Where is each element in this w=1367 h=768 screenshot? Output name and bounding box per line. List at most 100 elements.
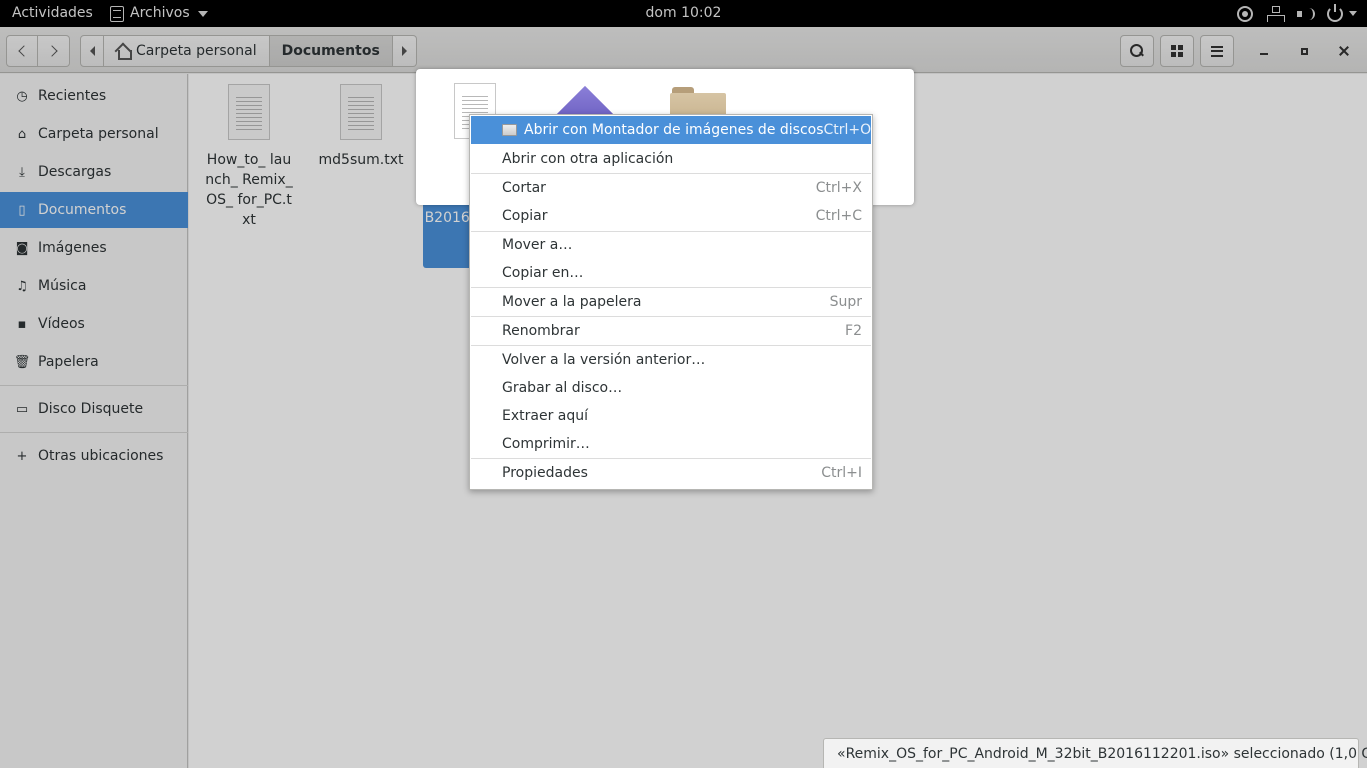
sidebar-item-musica[interactable]: ♫ Música	[0, 268, 188, 304]
menu-item-cut[interactable]: Cortar Ctrl+X	[471, 174, 871, 202]
menu-item-label: Mover a…	[502, 237, 573, 253]
menu-item-shortcut: Ctrl+O	[823, 122, 872, 138]
hamburger-menu-icon	[1211, 45, 1223, 57]
sidebar-item-label: Otras ubicaciones	[38, 448, 164, 464]
home-icon	[116, 44, 132, 60]
text-file-icon	[340, 84, 382, 140]
maximize-icon	[1300, 47, 1308, 55]
minimize-icon	[1260, 53, 1268, 55]
sidebar-item-otras-ubicaciones[interactable]: + Otras ubicaciones	[0, 438, 188, 474]
sidebar-item-label: Vídeos	[38, 316, 85, 332]
sidebar-item-label: Documentos	[38, 202, 127, 218]
header-bar: Carpeta personal Documentos	[0, 27, 1367, 73]
menu-item-label: Propiedades	[502, 465, 588, 481]
menu-item-compress[interactable]: Comprimir…	[471, 430, 871, 458]
menu-item-burn-to-disc[interactable]: Grabar al disco…	[471, 374, 871, 402]
maximize-button[interactable]	[1292, 39, 1316, 63]
menu-item-label: Cortar	[502, 180, 546, 196]
menu-item-copy-to[interactable]: Copiar en…	[471, 259, 871, 287]
sidebar-separator	[0, 432, 188, 433]
search-icon	[1130, 44, 1144, 58]
menu-item-label: Volver a la versión anterior…	[502, 352, 706, 368]
breadcrumb-home-label: Carpeta personal	[136, 43, 257, 59]
menu-item-extract-here[interactable]: Extraer aquí	[471, 402, 871, 430]
selection-status: «Remix_OS_for_PC_Android_M_32bit_B201611…	[823, 738, 1367, 768]
menu-item-copy[interactable]: Copiar Ctrl+C	[471, 202, 871, 230]
arrow-left-icon	[89, 46, 95, 56]
menu-item-label: Abrir con otra aplicación	[502, 151, 674, 167]
network-icon	[1267, 5, 1285, 22]
menu-item-shortcut: Ctrl+X	[815, 180, 862, 196]
menu-item-properties[interactable]: Propiedades Ctrl+I	[471, 459, 871, 487]
sidebar-item-imagenes[interactable]: ◙ Imágenes	[0, 230, 188, 266]
menu-item-open-with-disk-mounter[interactable]: Abrir con Montador de imágenes de discos…	[471, 116, 871, 144]
sidebar-item-videos[interactable]: ▪ Vídeos	[0, 306, 188, 342]
back-button[interactable]	[6, 35, 38, 67]
clock-icon: ◷	[16, 88, 28, 104]
menu-item-label: Copiar en…	[502, 265, 584, 281]
menu-item-shortcut: Ctrl+I	[821, 465, 862, 481]
sidebar-item-papelera[interactable]: 🗑 Papelera	[0, 344, 188, 380]
menu-item-shortcut: Ctrl+C	[815, 208, 862, 224]
menu-item-label: Renombrar	[502, 323, 580, 339]
sidebar-item-label: Descargas	[38, 164, 112, 180]
music-icon: ♫	[16, 278, 28, 294]
camera-icon: ◙	[15, 240, 29, 256]
clock[interactable]: dom 10:02	[0, 0, 1367, 27]
close-button[interactable]	[1332, 39, 1356, 63]
minimize-button[interactable]	[1252, 39, 1276, 63]
system-menu[interactable]	[1237, 0, 1357, 27]
sidebar-item-label: Carpeta personal	[38, 126, 159, 142]
context-menu: Abrir con Montador de imágenes de discos…	[469, 114, 873, 490]
video-icon: ▪	[17, 316, 27, 332]
sidebar-item-label: Papelera	[38, 354, 99, 370]
path-scroll-right-button[interactable]	[392, 35, 417, 67]
file-item[interactable]: md5sum.txt	[311, 84, 411, 170]
chevron-left-icon	[17, 45, 30, 57]
file-name: How_to_ launch_ Remix_OS_ for_PC.txt	[205, 152, 293, 228]
menu-item-open-with-other-app[interactable]: Abrir con otra aplicación	[471, 145, 871, 173]
sidebar-item-label: Disco Disquete	[38, 401, 144, 417]
forward-button[interactable]	[38, 35, 70, 67]
chevron-right-icon	[46, 45, 58, 57]
menu-item-revert-version[interactable]: Volver a la versión anterior…	[471, 346, 871, 374]
sidebar: ◷ Recientes ⌂ Carpeta personal ⤓ Descarg…	[0, 74, 188, 768]
breadcrumb-documents[interactable]: Documentos	[269, 35, 393, 67]
sidebar-item-carpeta-personal[interactable]: ⌂ Carpeta personal	[0, 116, 188, 152]
drive-icon: ▭	[15, 401, 29, 417]
file-name: md5sum.txt	[318, 152, 404, 168]
folder-icon: ▯	[18, 202, 26, 218]
breadcrumb: Carpeta personal Documentos	[80, 35, 417, 67]
menu-item-label: Comprimir…	[502, 436, 590, 452]
view-grid-button[interactable]	[1160, 35, 1194, 67]
menu-item-label: Extraer aquí	[502, 408, 589, 424]
menu-item-label: Mover a la papelera	[502, 294, 642, 310]
navigation-buttons	[6, 35, 70, 67]
search-button[interactable]	[1120, 35, 1154, 67]
accessibility-icon[interactable]	[1237, 5, 1253, 22]
home-icon: ⌂	[17, 126, 27, 142]
sidebar-item-recientes[interactable]: ◷ Recientes	[0, 78, 188, 114]
grid-icon	[1171, 45, 1183, 57]
chevron-down-icon	[1349, 11, 1357, 16]
path-scroll-left-button[interactable]	[80, 35, 104, 67]
sidebar-item-label: Música	[38, 278, 87, 294]
trash-icon: 🗑	[13, 354, 31, 370]
file-item[interactable]: How_to_ launch_ Remix_OS_ for_PC.txt	[199, 84, 299, 230]
disk-image-mounter-icon	[502, 124, 517, 136]
menu-item-rename[interactable]: Renombrar F2	[471, 317, 871, 345]
menu-item-label: Grabar al disco…	[502, 380, 623, 396]
menu-item-move-to-trash[interactable]: Mover a la papelera Supr	[471, 288, 871, 316]
sidebar-item-documentos[interactable]: ▯ Documentos	[0, 192, 188, 228]
menu-item-move-to[interactable]: Mover a…	[471, 231, 871, 259]
breadcrumb-home[interactable]: Carpeta personal	[104, 35, 270, 67]
menu-item-shortcut: Supr	[829, 294, 862, 310]
close-icon	[1339, 46, 1349, 56]
sidebar-item-descargas[interactable]: ⤓ Descargas	[0, 154, 188, 190]
menu-button[interactable]	[1200, 35, 1234, 67]
sidebar-item-label: Recientes	[38, 88, 107, 104]
download-icon: ⤓	[19, 164, 25, 180]
menu-item-label: Abrir con Montador de imágenes de discos	[524, 122, 824, 138]
sidebar-item-disco-disquete[interactable]: ▭ Disco Disquete	[0, 391, 188, 427]
menu-item-label: Copiar	[502, 208, 548, 224]
